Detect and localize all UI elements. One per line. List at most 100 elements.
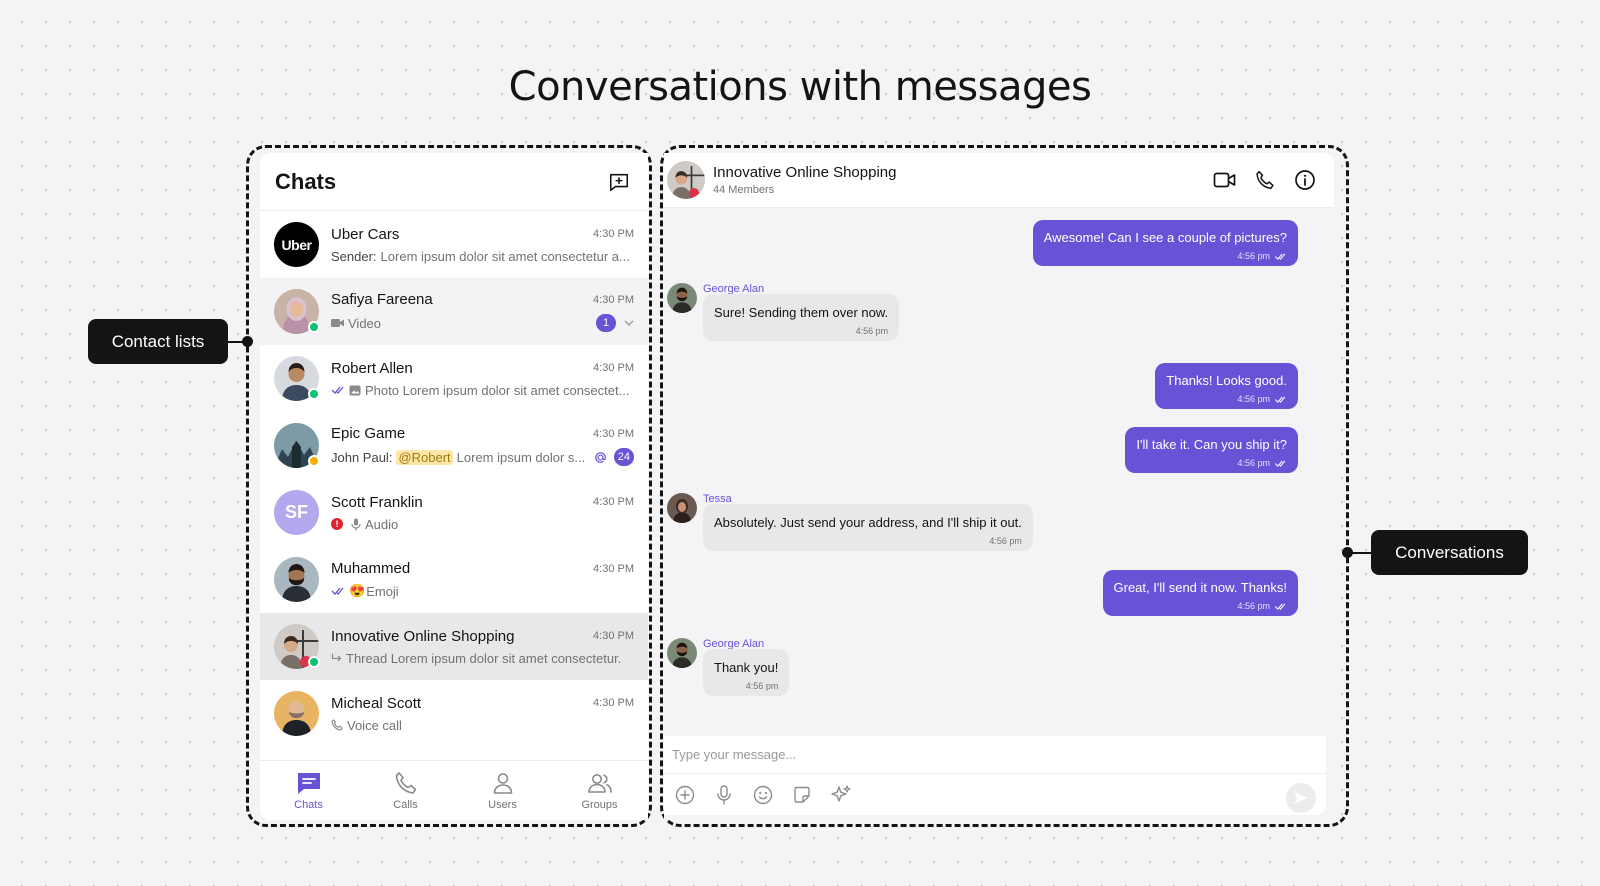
- tab-label: Calls: [393, 798, 418, 811]
- user-icon: [493, 772, 512, 794]
- tab-users[interactable]: Users: [454, 761, 551, 820]
- sender-avatar: [667, 638, 697, 668]
- tab-chats[interactable]: Chats: [260, 761, 357, 820]
- double-check-icon: [331, 386, 345, 394]
- conversation-header: Innovative Online Shopping 44 Members: [664, 153, 1334, 208]
- send-button[interactable]: [1286, 783, 1316, 813]
- tab-groups[interactable]: Groups: [551, 761, 648, 820]
- conversation-panel: Innovative Online Shopping 44 Members Aw…: [664, 153, 1334, 820]
- chat-item-innovative-online-shopping[interactable]: Innovative Online Shopping 4:30 PM Thread…: [260, 613, 648, 680]
- emoji-button[interactable]: [750, 782, 776, 808]
- message-time: 4:56 pm: [1237, 251, 1270, 261]
- chat-preview: Voice call: [347, 717, 402, 733]
- chat-list: Uber Uber Cars 4:30 PM Sender: Lorem ipsum…: [260, 211, 648, 761]
- unread-badge: 1: [596, 314, 616, 332]
- chat-item-scott-franklin[interactable]: SF Scott Franklin 4:30 PM ! Audio: [260, 479, 648, 546]
- message-time: 4:56 pm: [989, 536, 1022, 546]
- contact-lists-callout-dot: [242, 336, 253, 347]
- voice-record-button[interactable]: [711, 782, 737, 808]
- outgoing-message[interactable]: I'll take it. Can you ship it? 4:56 pm: [1125, 427, 1298, 473]
- chat-preview: Video: [348, 315, 382, 331]
- bottom-navigation: Chats Calls Users Groups: [260, 760, 648, 820]
- chat-item-robert-allen[interactable]: Robert Allen 4:30 PM Photo Lorem ipsum do…: [260, 345, 648, 412]
- message-text: Absolutely. Just send your address, and …: [714, 515, 1022, 530]
- chat-item-micheal-scott[interactable]: Micheal Scott 4:30 PM Voice call: [260, 680, 648, 747]
- tab-label: Chats: [294, 798, 323, 811]
- avatar: Uber: [274, 222, 319, 267]
- message-time: 4:56 pm: [1237, 458, 1270, 468]
- chat-preview: Thread Lorem ipsum dolor sit amet consec…: [346, 650, 622, 666]
- avatar-initials: SF: [284, 502, 308, 522]
- chat-name: Micheal Scott: [331, 694, 422, 712]
- avatar: [274, 356, 320, 401]
- double-check-icon: [1274, 253, 1286, 260]
- chat-preview: Lorem ipsum dolor s...: [456, 449, 586, 465]
- conversations-callout-dot: [1342, 547, 1353, 558]
- chat-time: 4:30 PM: [593, 362, 634, 374]
- message-text: Thank you!: [714, 660, 779, 675]
- chat-preview: Audio: [365, 516, 399, 532]
- tab-label: Groups: [581, 798, 618, 811]
- chat-name: Safiya Fareena: [331, 291, 433, 308]
- photo-icon: [349, 385, 361, 396]
- conversations-callout-line: [1350, 552, 1371, 554]
- uber-logo: Uber: [281, 236, 312, 253]
- voice-call-icon: [331, 719, 343, 731]
- emoji-glyph: 😍: [349, 583, 366, 598]
- add-attachment-button[interactable]: [672, 782, 698, 808]
- double-check-icon: [331, 587, 345, 595]
- chat-name: Scott Franklin: [331, 493, 423, 511]
- video-call-button[interactable]: [1212, 167, 1238, 193]
- chat-item-uber-cars[interactable]: Uber Uber Cars 4:30 PM Sender: Lorem ipsum…: [260, 211, 648, 278]
- microphone-icon: [351, 518, 361, 531]
- chat-item-muhammed[interactable]: Muhammed 4:30 PM 😍 Emoji: [260, 546, 648, 613]
- double-check-icon: [1274, 396, 1286, 403]
- voice-call-button[interactable]: [1252, 167, 1278, 193]
- avatar: [274, 423, 320, 468]
- ai-assist-button[interactable]: [828, 782, 854, 808]
- chat-time: 4:30 PM: [593, 496, 634, 508]
- message-text: Thanks! Looks good.: [1166, 373, 1287, 388]
- mention-tag: @Robert: [396, 449, 453, 465]
- new-chat-button[interactable]: [606, 169, 632, 195]
- chat-name: Uber Cars: [331, 225, 400, 243]
- message-time: 4:56 pm: [1237, 601, 1270, 611]
- outgoing-message[interactable]: Great, I'll send it now. Thanks! 4:56 pm: [1102, 570, 1298, 616]
- info-button[interactable]: [1292, 167, 1318, 193]
- message-time: 4:56 pm: [855, 326, 889, 336]
- send-icon: [1294, 792, 1308, 804]
- chat-name: Muhammed: [331, 560, 411, 577]
- member-count: 44 Members: [713, 184, 775, 196]
- chat-item-epic-game[interactable]: Epic Game 4:30 PM John Paul: @Robert Lore…: [260, 412, 648, 479]
- message-list: Awesome! Can I see a couple of pictures?…: [664, 208, 1334, 736]
- phone-icon: [1256, 170, 1274, 190]
- chat-list-title: Chats: [275, 168, 337, 194]
- outgoing-message[interactable]: Thanks! Looks good. 4:56 pm: [1155, 363, 1298, 409]
- double-check-icon: [1274, 460, 1286, 467]
- message-time: 4:56 pm: [1237, 394, 1270, 404]
- avatar: SF: [274, 490, 319, 535]
- sender-avatar: [667, 493, 697, 523]
- outgoing-message[interactable]: Awesome! Can I see a couple of pictures?…: [1032, 220, 1298, 266]
- chevron-down-icon[interactable]: [624, 320, 634, 326]
- message-text: Awesome! Can I see a couple of pictures?: [1043, 230, 1287, 245]
- chat-item-safiya-fareena[interactable]: Safiya Fareena 4:30 PM Video 1: [260, 278, 648, 345]
- message-input[interactable]: Type your message...: [664, 736, 1326, 774]
- tab-label: Users: [488, 798, 517, 811]
- error-icon: !: [331, 518, 343, 530]
- chat-list-header: Chats: [260, 153, 648, 211]
- chat-name: Robert Allen: [331, 359, 413, 377]
- group-status-dot: [308, 455, 320, 467]
- thread-reply-icon: [331, 653, 342, 663]
- chat-name: Innovative Online Shopping: [331, 627, 515, 645]
- tab-calls[interactable]: Calls: [357, 761, 454, 820]
- new-chat-icon: [609, 173, 629, 191]
- chat-time: 4:30 PM: [593, 427, 634, 440]
- chats-icon: [297, 772, 320, 794]
- chat-preview: Lorem ipsum dolor sit amet consectetur a…: [380, 248, 630, 264]
- contact-lists-callout: Contact lists: [88, 319, 228, 364]
- sticker-button[interactable]: [789, 782, 815, 808]
- chat-time: 4:30 PM: [593, 630, 634, 642]
- info-icon: [1295, 170, 1315, 190]
- message-input-placeholder: Type your message...: [672, 747, 797, 762]
